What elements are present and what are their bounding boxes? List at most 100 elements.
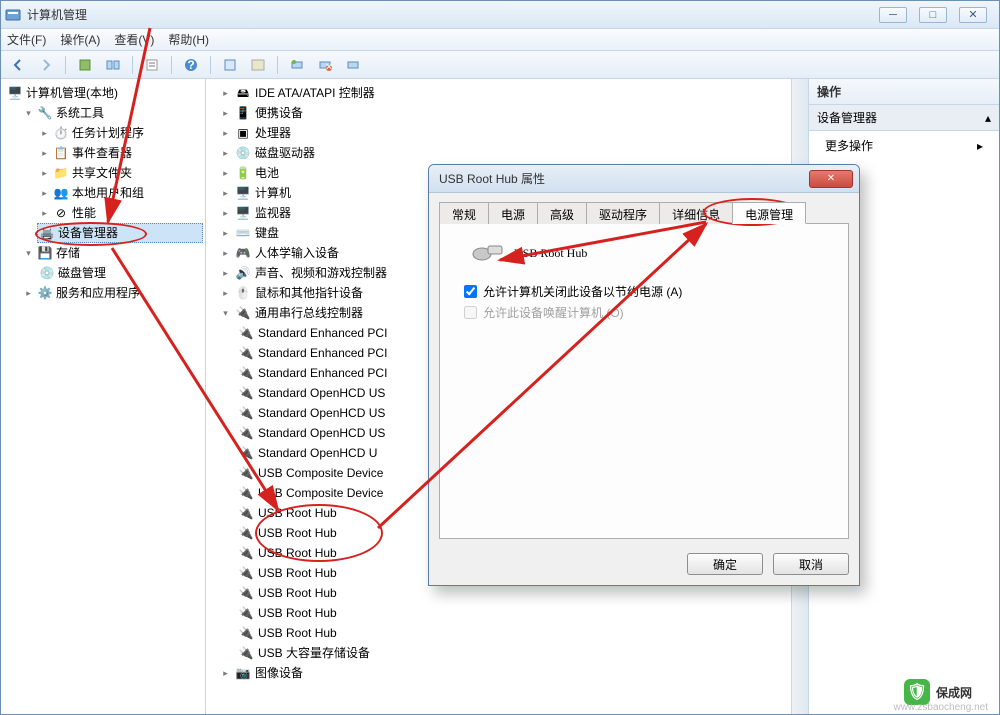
tab-details[interactable]: 详细信息 — [659, 202, 733, 224]
device-category[interactable]: ▸🖴IDE ATA/ATAPI 控制器 — [220, 83, 806, 103]
expand-icon[interactable]: ▸ — [220, 128, 231, 139]
tree-services[interactable]: ▸⚙️服务和应用程序 — [21, 283, 203, 303]
left-tree-panel[interactable]: 🖥️ 计算机管理(本地) ▾ 🔧 系统工具 ▸⏱️任务计划程序 — [1, 79, 206, 714]
expand-icon[interactable]: ▸ — [220, 248, 231, 259]
forward-button[interactable] — [35, 54, 57, 76]
maximize-button[interactable]: □ — [919, 7, 947, 23]
tree-performance[interactable]: ▸⊘性能 — [37, 203, 203, 223]
dialog-close-button[interactable]: ✕ — [809, 170, 853, 188]
expand-icon[interactable]: ▸ — [39, 128, 50, 139]
tab-power[interactable]: 电源 — [488, 202, 538, 224]
dialog-body: 常规 电源 高级 驱动程序 详细信息 电源管理 USB Root Hub 允许计… — [429, 193, 859, 545]
properties-dialog: USB Root Hub 属性 ✕ 常规 电源 高级 驱动程序 详细信息 电源管… — [428, 164, 860, 586]
toolbar-button-3[interactable] — [219, 54, 241, 76]
tab-general[interactable]: 常规 — [439, 202, 489, 224]
usb-plug-icon: 🔌 — [238, 625, 254, 641]
expand-icon[interactable]: ▸ — [220, 148, 231, 159]
cpu-icon: ▣ — [235, 125, 251, 141]
device-category[interactable]: ▸📷图像设备 — [220, 663, 806, 683]
tree-label: 设备管理器 — [58, 224, 118, 242]
tree-disk-mgmt[interactable]: 💿磁盘管理 — [37, 263, 203, 283]
tree-storage[interactable]: ▾ 💾 存储 — [21, 243, 203, 263]
device-item[interactable]: 🔌USB Root Hub — [238, 583, 806, 603]
tree-device-manager[interactable]: 🖨️设备管理器 — [37, 223, 203, 243]
collapse-icon[interactable]: ▴ — [985, 111, 991, 125]
expand-icon[interactable]: ▸ — [220, 668, 231, 679]
toolbar-button-1[interactable] — [74, 54, 96, 76]
keyboard-icon: ⌨️ — [235, 225, 251, 241]
minimize-button[interactable]: ─ — [879, 7, 907, 23]
usb-plug-icon: 🔌 — [238, 525, 254, 541]
device-label: 计算机 — [255, 184, 291, 202]
shared-icon: 📁 — [53, 165, 69, 181]
more-actions[interactable]: 更多操作 ▸ — [809, 131, 999, 160]
tab-power-mgmt[interactable]: 电源管理 — [732, 202, 806, 224]
expand-icon[interactable]: ▸ — [220, 168, 231, 179]
app-icon — [5, 7, 21, 23]
expand-icon[interactable]: ▸ — [220, 188, 231, 199]
tree-task-scheduler[interactable]: ▸⏱️任务计划程序 — [37, 123, 203, 143]
tree-label: 任务计划程序 — [72, 124, 144, 142]
expand-icon[interactable]: ▸ — [220, 268, 231, 279]
toolbar-button-5[interactable] — [342, 54, 364, 76]
allow-turnoff-checkbox[interactable] — [464, 285, 477, 298]
toolbar-button-2[interactable] — [102, 54, 124, 76]
menu-view[interactable]: 查看(V) — [114, 31, 154, 48]
tree-event-viewer[interactable]: ▸📋事件查看器 — [37, 143, 203, 163]
dialog-title: USB Root Hub 属性 — [435, 170, 809, 187]
scan-hardware-button[interactable] — [286, 54, 308, 76]
device-label: Standard OpenHCD U — [258, 444, 377, 462]
power-option-1[interactable]: 允许计算机关闭此设备以节约电源 (A) — [464, 283, 830, 300]
device-item[interactable]: 🔌USB Root Hub — [238, 623, 806, 643]
mouse-icon: 🖱️ — [235, 285, 251, 301]
device-item[interactable]: 🔌USB Root Hub — [238, 603, 806, 623]
expand-icon[interactable]: ▸ — [220, 88, 231, 99]
help-button[interactable]: ? — [180, 54, 202, 76]
tree-label: 共享文件夹 — [72, 164, 132, 182]
menu-file[interactable]: 文件(F) — [7, 31, 46, 48]
watermark-url: www.zsbaocheng.net — [893, 702, 988, 713]
close-button[interactable]: ✕ — [959, 7, 987, 23]
cancel-button[interactable]: 取消 — [773, 553, 849, 575]
device-label: 声音、视频和游戏控制器 — [255, 264, 387, 282]
collapse-icon[interactable]: ▾ — [220, 308, 231, 319]
device-category[interactable]: ▸📱便携设备 — [220, 103, 806, 123]
tab-page-power-mgmt: USB Root Hub 允许计算机关闭此设备以节约电源 (A) 允许此设备唤醒… — [439, 224, 849, 539]
tree-label: 服务和应用程序 — [56, 284, 140, 302]
device-category[interactable]: ▸💿磁盘驱动器 — [220, 143, 806, 163]
uninstall-button[interactable]: × — [314, 54, 336, 76]
expand-icon[interactable]: ▸ — [220, 208, 231, 219]
collapse-icon[interactable]: ▾ — [23, 248, 34, 259]
tools-icon: 🔧 — [37, 105, 53, 121]
expand-icon[interactable]: ▸ — [39, 148, 50, 159]
imaging-icon: 📷 — [235, 665, 251, 681]
collapse-icon[interactable]: ▾ — [23, 108, 34, 119]
device-category[interactable]: ▸▣处理器 — [220, 123, 806, 143]
menu-action[interactable]: 操作(A) — [60, 31, 100, 48]
ok-button[interactable]: 确定 — [687, 553, 763, 575]
menu-help[interactable]: 帮助(H) — [168, 31, 209, 48]
back-button[interactable] — [7, 54, 29, 76]
expand-icon[interactable]: ▸ — [220, 288, 231, 299]
tree-system-tools[interactable]: ▾ 🔧 系统工具 — [21, 103, 203, 123]
toolbar-separator — [171, 56, 172, 74]
toolbar-button-4[interactable] — [247, 54, 269, 76]
expand-icon[interactable]: ▸ — [23, 288, 34, 299]
expand-icon[interactable]: ▸ — [39, 208, 50, 219]
tree-shared-folders[interactable]: ▸📁共享文件夹 — [37, 163, 203, 183]
tab-driver[interactable]: 驱动程序 — [586, 202, 660, 224]
expand-icon[interactable]: ▸ — [39, 188, 50, 199]
expand-icon[interactable]: ▸ — [220, 108, 231, 119]
more-actions-label: 更多操作 — [825, 137, 873, 154]
usb-plug-icon: 🔌 — [238, 405, 254, 421]
expand-icon[interactable]: ▸ — [220, 228, 231, 239]
properties-button[interactable] — [141, 54, 163, 76]
tree-root[interactable]: 🖥️ 计算机管理(本地) — [5, 83, 203, 103]
dialog-titlebar[interactable]: USB Root Hub 属性 ✕ — [429, 165, 859, 193]
checkbox-label: 允许此设备唤醒计算机 (O) — [483, 304, 624, 321]
expand-icon[interactable]: ▸ — [39, 168, 50, 179]
device-item[interactable]: 🔌USB 大容量存储设备 — [238, 643, 806, 663]
tree-local-users[interactable]: ▸👥本地用户和组 — [37, 183, 203, 203]
tab-advanced[interactable]: 高级 — [537, 202, 587, 224]
chevron-right-icon: ▸ — [977, 139, 983, 153]
